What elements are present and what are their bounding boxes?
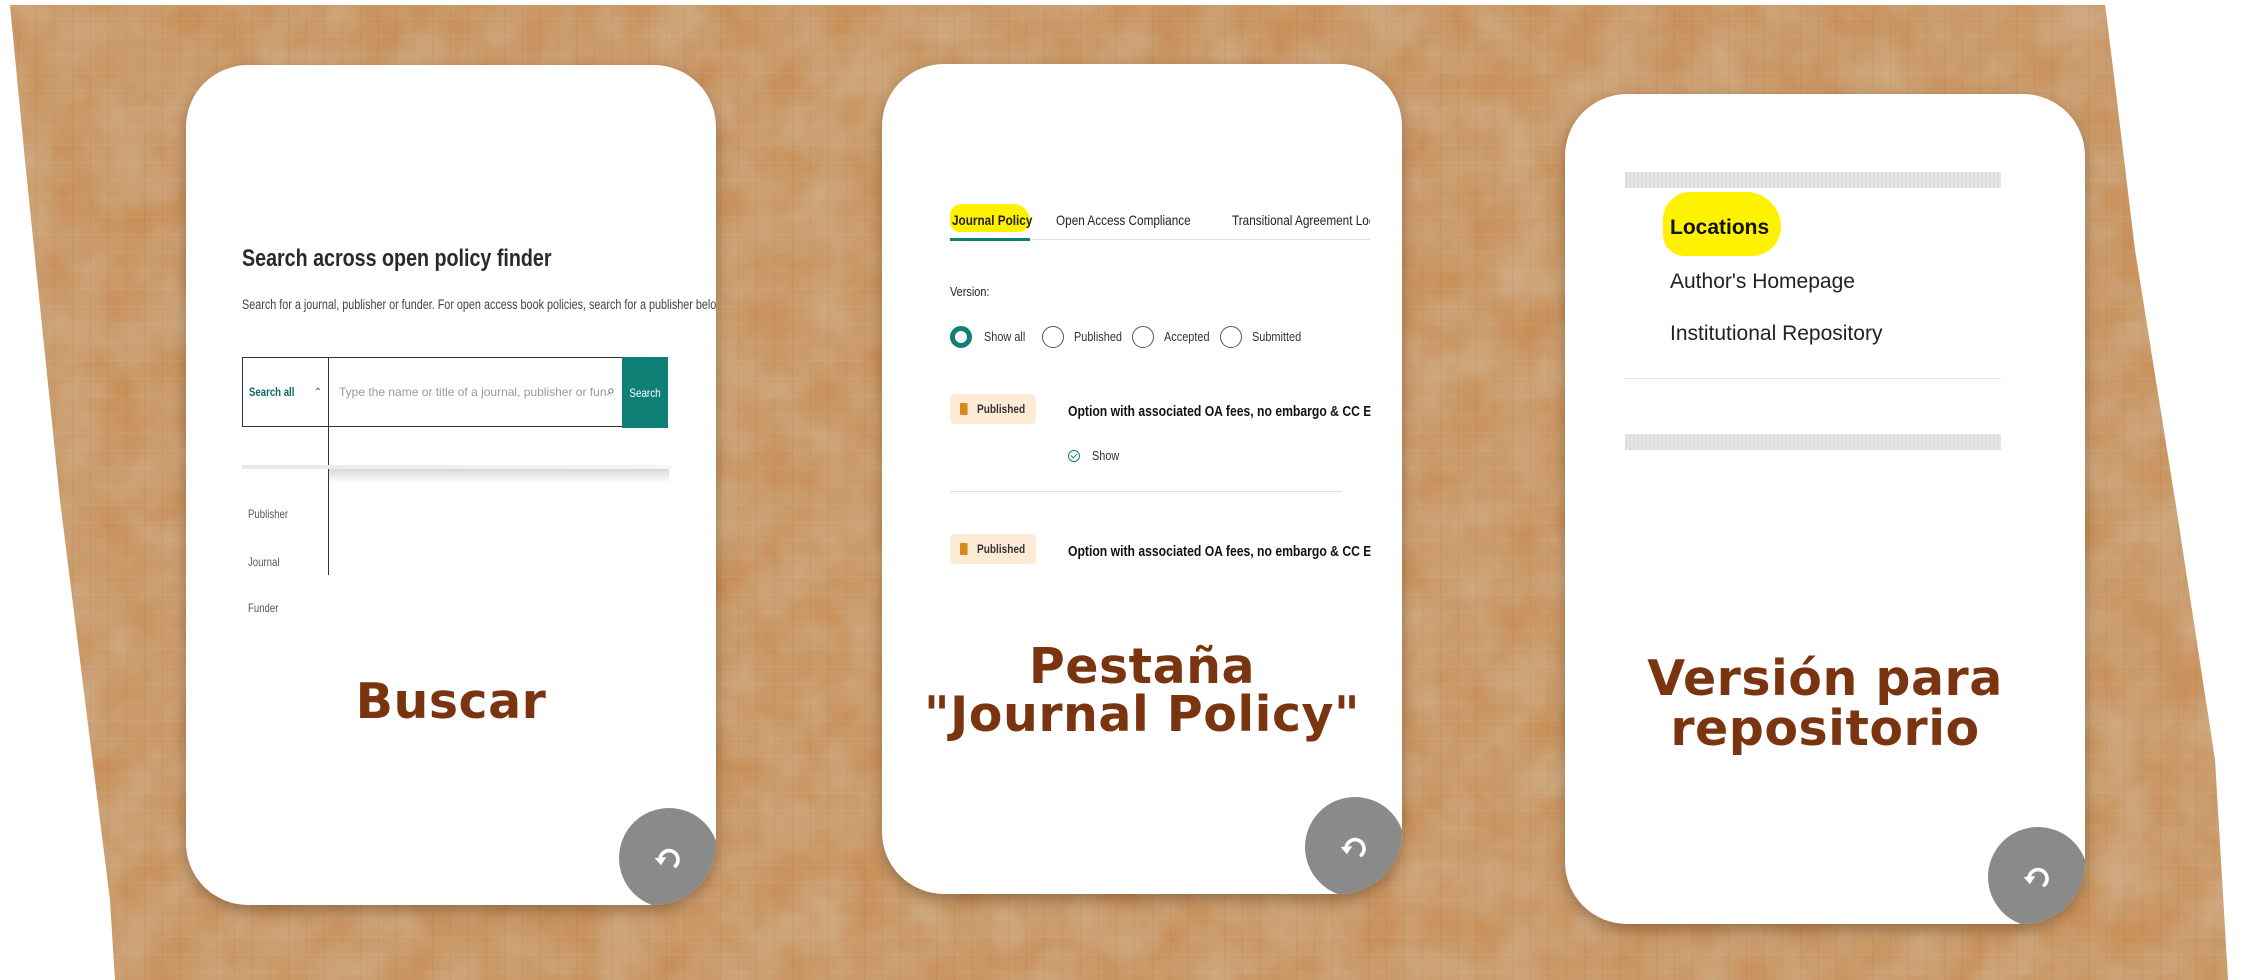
show-label: Show — [1092, 448, 1120, 463]
show-toggle[interactable]: Show — [1068, 448, 1125, 463]
card-title-line-1: Versión para — [1647, 650, 2003, 707]
radio-published[interactable] — [1042, 326, 1064, 348]
card-title-line-2: repositorio — [1670, 700, 1980, 757]
search-input[interactable] — [335, 358, 610, 426]
scope-options-list: Publisher Journal Funder — [242, 427, 329, 615]
location-item-authors-homepage: Author's Homepage — [1670, 270, 1855, 293]
flip-arrow-icon — [1340, 837, 1366, 857]
radio-label-show-all: Show all — [984, 329, 1026, 344]
divider — [329, 469, 669, 483]
flip-button[interactable] — [1305, 797, 1402, 894]
radio-accepted[interactable] — [1132, 326, 1154, 348]
divider — [1625, 172, 2001, 188]
check-circle-icon — [1068, 449, 1080, 462]
book-icon — [960, 403, 968, 415]
tab-transitional-agreement[interactable]: Transitional Agreement Look — [1232, 212, 1370, 228]
location-item-institutional-repository: Institutional Repository — [1670, 322, 1883, 345]
book-icon — [960, 543, 968, 555]
card-title: Buscar — [355, 673, 547, 730]
tab-journal-policy[interactable]: Journal Policy — [952, 212, 1032, 228]
flip-button[interactable] — [619, 808, 716, 905]
radio-submitted[interactable] — [1220, 326, 1242, 348]
status-badge-label: Published — [977, 542, 1026, 556]
scope-option-journal[interactable]: Journal — [248, 555, 279, 569]
radio-show-all[interactable] — [950, 326, 972, 348]
tab-open-access-compliance[interactable]: Open Access Compliance — [1056, 212, 1191, 228]
search-heading: Search across open policy finder — [242, 245, 552, 272]
card-journal-policy[interactable]: Journal Policy Open Access Compliance Tr… — [882, 64, 1402, 894]
divider — [1625, 378, 2001, 379]
scope-option-publisher[interactable]: Publisher — [248, 507, 288, 521]
flip-arrow-icon — [2023, 867, 2049, 887]
flip-button[interactable] — [1988, 827, 2085, 924]
tab-bar: Journal Policy Open Access Compliance Tr… — [950, 206, 1370, 240]
scope-option-funder[interactable]: Funder — [248, 601, 278, 615]
search-scope-label: Search all — [249, 385, 295, 399]
version-label: Version: — [950, 284, 990, 299]
search-button[interactable]: Search — [622, 357, 668, 428]
status-badge: Published — [950, 394, 1036, 424]
status-badge-label: Published — [977, 402, 1026, 416]
divider — [950, 491, 1342, 492]
search-scope-dropdown[interactable]: Search all ⌃ — [243, 358, 329, 426]
policy-option-title[interactable]: Option with associated OA fees, no embar… — [1068, 404, 1370, 420]
card-title-line-1: Pestaña — [1028, 638, 1256, 695]
radio-label-published: Published — [1074, 329, 1122, 344]
policy-option-title[interactable]: Option with associated OA fees, no embar… — [1068, 544, 1370, 560]
radio-label-accepted: Accepted — [1164, 329, 1210, 344]
search-description: Search for a journal, publisher or funde… — [242, 297, 716, 312]
search-button-label: Search — [629, 385, 661, 400]
chevron-up-icon: ⌃ — [313, 386, 322, 398]
locations-heading: Locations — [1670, 216, 1770, 239]
card-buscar[interactable]: Search across open policy finder Search … — [186, 65, 716, 905]
status-badge: Published — [950, 534, 1036, 564]
divider — [1625, 434, 2001, 450]
search-icon[interactable]: ⌕ — [607, 382, 615, 399]
card-title-line-2: "Journal Policy" — [924, 686, 1360, 743]
active-tab-indicator — [950, 238, 1030, 241]
radio-label-submitted: Submitted — [1252, 329, 1302, 344]
card-version-repositorio[interactable]: Locations Author's Homepage Institutiona… — [1565, 94, 2085, 924]
search-bar: Search all ⌃ ⌕ Search — [242, 357, 668, 428]
flip-arrow-icon — [654, 848, 680, 868]
